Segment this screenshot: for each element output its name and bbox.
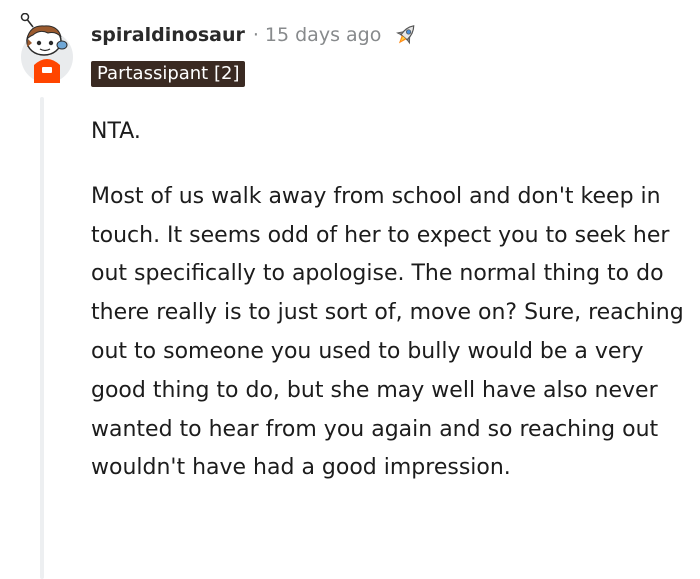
comment-body: NTA. Most of us walk away from school an… xyxy=(91,113,691,488)
snoo-avatar-icon xyxy=(20,12,73,83)
user-avatar[interactable] xyxy=(18,12,76,83)
timestamp-link[interactable]: 15 days ago xyxy=(265,24,381,46)
thread-line[interactable] xyxy=(40,97,44,579)
user-flair-badge: Partassipant [2] xyxy=(91,61,246,87)
comment: spiraldinosaur · 15 days ago Partassipan… xyxy=(0,0,700,579)
meta-separator: · xyxy=(252,24,259,46)
comment-meta: spiraldinosaur · 15 days ago xyxy=(91,21,421,49)
rocket-award-icon[interactable] xyxy=(391,21,421,49)
username-link[interactable]: spiraldinosaur xyxy=(91,24,245,46)
comment-paragraph: Most of us walk away from school and don… xyxy=(91,183,684,481)
comment-paragraph: NTA. xyxy=(91,119,141,144)
